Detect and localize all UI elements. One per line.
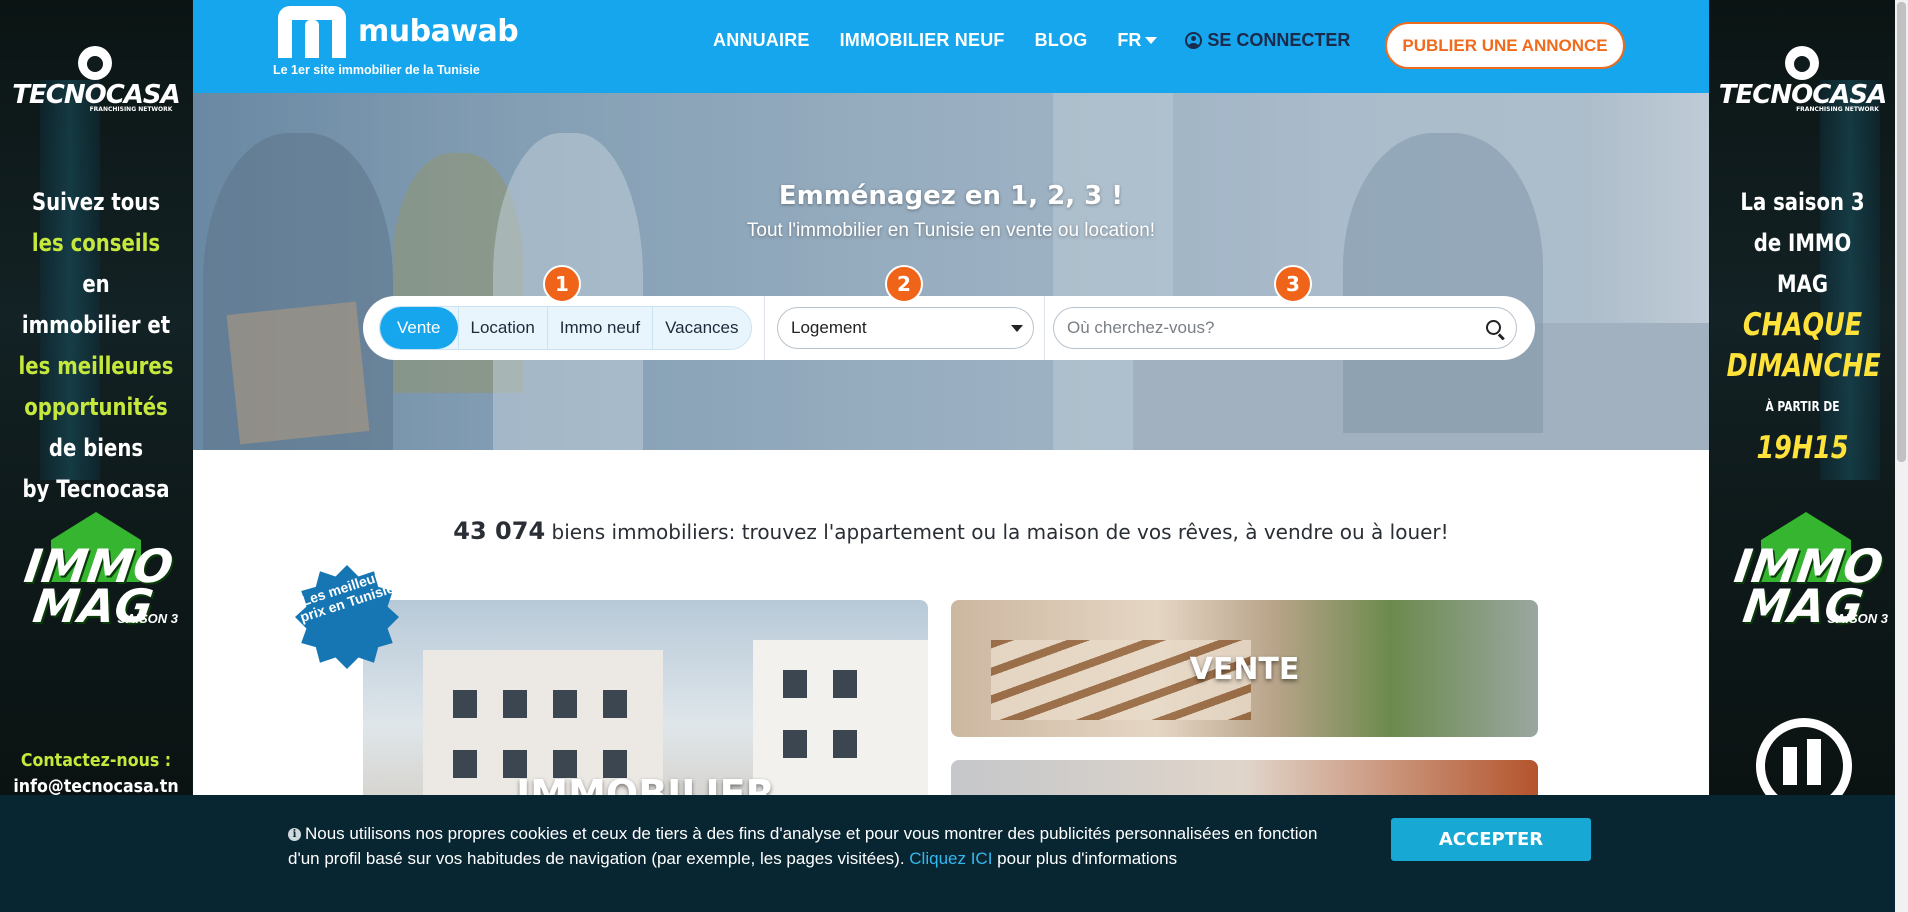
main-content: mubawab Le 1er site immobilier de la Tun…	[193, 0, 1709, 912]
info-icon: i	[288, 828, 301, 841]
hero-title: Emménagez en 1, 2, 3 !	[778, 181, 1124, 211]
language-select[interactable]: FR	[1117, 30, 1158, 51]
accept-cookies-button[interactable]: ACCEPTER	[1391, 818, 1591, 861]
card-vente[interactable]: VENTE	[951, 600, 1538, 737]
nav-immobilier-neuf[interactable]: IMMOBILIER NEUF	[840, 30, 1005, 51]
cookie-text: i Nous utilisons nos propres cookies et c…	[288, 824, 1318, 868]
cookie-banner: i Nous utilisons nos propres cookies et c…	[0, 795, 1908, 912]
nav-annuaire[interactable]: ANNUAIRE	[713, 30, 810, 51]
step-badge-1: 1	[543, 265, 581, 303]
location-search-input[interactable]	[1053, 307, 1517, 349]
step-badge-3: 3	[1274, 265, 1312, 303]
tab-location[interactable]: Location	[457, 307, 547, 349]
listing-count-text: biens immobiliers: trouvez l'appartement…	[551, 520, 1449, 544]
immo-mag-logo: IMMO MAG SAISON 3	[1716, 508, 1895, 636]
chevron-down-icon	[1011, 325, 1023, 332]
tecnocasa-house-icon	[1784, 46, 1819, 80]
property-type-select[interactable]: Logement	[777, 307, 1034, 349]
card-vente-label: VENTE	[1189, 652, 1300, 687]
ad-contact: Contactez-nous : info@tecnocasa.tn	[13, 750, 179, 795]
chevron-down-icon	[1145, 37, 1158, 44]
step-badge-2: 2	[885, 265, 923, 303]
channel-logo-icon	[1756, 718, 1852, 795]
nav-blog[interactable]: BLOG	[1035, 30, 1088, 51]
tab-vente[interactable]: Vente	[380, 307, 458, 349]
user-icon	[1185, 32, 1203, 49]
tecnocasa-logo: TECNOCASA FRANCHISING NETWORK	[1710, 46, 1895, 113]
listing-count-number: 43 074	[453, 517, 546, 545]
scrollbar-thumb[interactable]	[1897, 2, 1906, 462]
hero-subtitle: Tout l'immobilier en Tunisie en vente ou…	[746, 220, 1156, 241]
tab-vacances[interactable]: Vacances	[652, 307, 750, 349]
immo-mag-logo: IMMO MAG SAISON 3	[6, 508, 186, 636]
tecnocasa-logo: TECNOCASA FRANCHISING NETWORK	[0, 46, 192, 113]
page-scrollbar[interactable]	[1895, 0, 1908, 912]
transaction-tabs: Vente Location Immo neuf Vacances	[379, 306, 752, 350]
hero-section: Emménagez en 1, 2, 3 ! Tout l'immobilier…	[193, 93, 1709, 450]
login-link[interactable]: SE CONNECTER	[1185, 30, 1350, 51]
tecnocasa-house-icon	[78, 46, 112, 80]
mubawab-m-icon	[278, 6, 346, 58]
cookie-more-info-link[interactable]: Cliquez ICI	[909, 849, 992, 868]
left-ad-banner[interactable]: TECNOCASA FRANCHISING NETWORK Suivez tou…	[0, 0, 192, 795]
search-bar: Vente Location Immo neuf Vacances Logeme…	[363, 296, 1535, 360]
tab-immo-neuf[interactable]: Immo neuf	[546, 307, 652, 349]
site-tagline: Le 1er site immobilier de la Tunisie	[273, 63, 480, 77]
ad-message: Suivez tous les conseils en immobilier e…	[18, 188, 174, 503]
publish-ad-button[interactable]: PUBLIER UNE ANNONCE	[1385, 22, 1625, 69]
site-header: mubawab Le 1er site immobilier de la Tun…	[193, 0, 1709, 93]
ad-message: La saison 3 de IMMO MAG CHAQUE DIMANCHE …	[1726, 188, 1881, 466]
right-ad-banner[interactable]: TECNOCASA FRANCHISING NETWORK La saison …	[1710, 0, 1895, 795]
search-icon[interactable]	[1486, 320, 1501, 335]
listing-count: 43 074 biens immobiliers: trouvez l'appa…	[193, 517, 1709, 545]
main-nav: ANNUAIRE IMMOBILIER NEUF BLOG FR SE CONN…	[713, 30, 1350, 51]
